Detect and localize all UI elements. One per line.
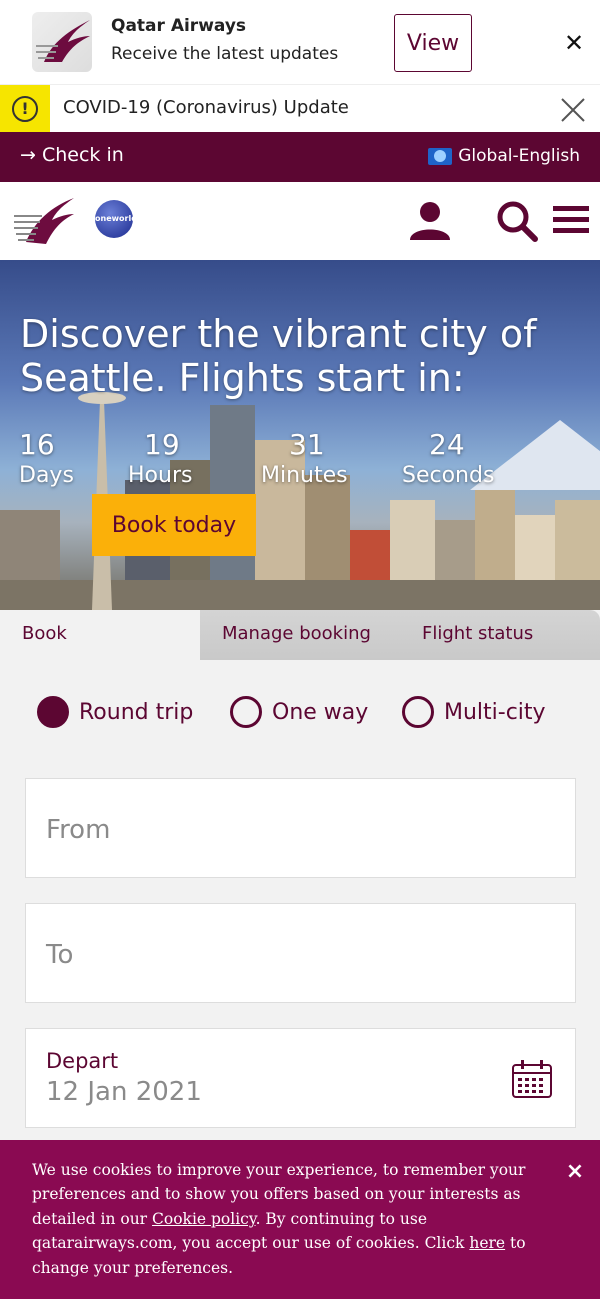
to-field[interactable]: To [25,903,576,1003]
hamburger-menu-icon[interactable] [553,204,589,236]
from-field[interactable]: From [25,778,576,878]
close-icon[interactable]: ✕ [561,30,587,56]
countdown-days-value: 16 [19,428,55,461]
globe-icon [428,147,453,165]
site-header: oneworld [0,182,600,260]
hero-title: Discover the vibrant city of Seattle. Fl… [20,312,537,400]
radio-label: One way [272,699,369,725]
user-account-icon[interactable] [408,198,452,242]
radio-selected-indicator [37,696,69,728]
radio-indicator [402,696,434,728]
radio-label: Multi-city [444,699,546,725]
close-icon[interactable] [560,97,586,123]
qatar-app-logo [32,12,92,72]
radio-label: Round trip [79,699,194,725]
arrow-right-icon: → [20,144,36,166]
view-app-button[interactable]: View [394,14,472,72]
cookie-preferences-link[interactable]: here [469,1234,505,1252]
hero-banner: Discover the vibrant city of Seattle. Fl… [0,260,600,610]
covid-alert-text[interactable]: COVID-19 (Coronavirus) Update [63,97,349,118]
countdown-minutes-value: 31 [289,428,325,461]
countdown-seconds-value: 24 [429,428,465,461]
radio-one-way[interactable]: One way [230,696,368,728]
qatar-airways-logo[interactable] [12,192,76,248]
depart-label: Depart [46,1049,119,1073]
check-in-label: Check in [41,144,124,166]
radio-round-trip[interactable]: Round trip [37,696,193,728]
from-placeholder: From [46,815,111,845]
alert-icon: ! [0,85,50,133]
to-placeholder: To [46,940,74,970]
cookie-notice: We use cookies to improve your experienc… [0,1140,600,1299]
depart-value: 12 Jan 2021 [46,1077,202,1107]
cookie-policy-link[interactable]: Cookie policy [152,1210,256,1228]
tab-manage-booking[interactable]: Manage booking [200,610,400,660]
tab-flight-status[interactable]: Flight status [400,610,600,660]
alert-glyph: ! [12,96,38,122]
cookie-text: We use cookies to improve your experienc… [32,1158,532,1280]
booking-tabs: Book Manage booking Flight status [0,610,600,660]
calendar-icon[interactable] [511,1059,553,1099]
oneworld-logo: oneworld [95,200,137,238]
language-label: Global-English [458,146,580,166]
app-title: Qatar Airways [111,16,247,36]
radio-multi-city[interactable]: Multi-city [402,696,546,728]
check-in-link[interactable]: → Check in [20,144,124,166]
countdown-hours-label: Hours [128,463,193,488]
depart-date-field[interactable]: Depart 12 Jan 2021 [25,1028,576,1128]
countdown-days-label: Days [19,463,74,488]
countdown-hours-value: 19 [144,428,180,461]
book-today-button[interactable]: Book today [92,494,256,556]
city-skyline-illustration [0,392,600,610]
covid-alert-bar[interactable]: ! COVID-19 (Coronavirus) Update [0,84,600,133]
tab-book[interactable]: Book [0,610,200,660]
search-icon[interactable] [496,200,538,242]
radio-indicator [230,696,262,728]
top-utility-nav: → Check in Global-English [0,132,600,182]
app-install-banner: Qatar Airways Receive the latest updates… [0,0,600,84]
countdown-minutes-label: Minutes [261,463,348,488]
countdown-seconds-label: Seconds [402,463,495,488]
language-selector[interactable]: Global-English [428,146,580,166]
app-subtitle: Receive the latest updates [111,44,339,64]
close-icon[interactable]: × [563,1160,587,1184]
